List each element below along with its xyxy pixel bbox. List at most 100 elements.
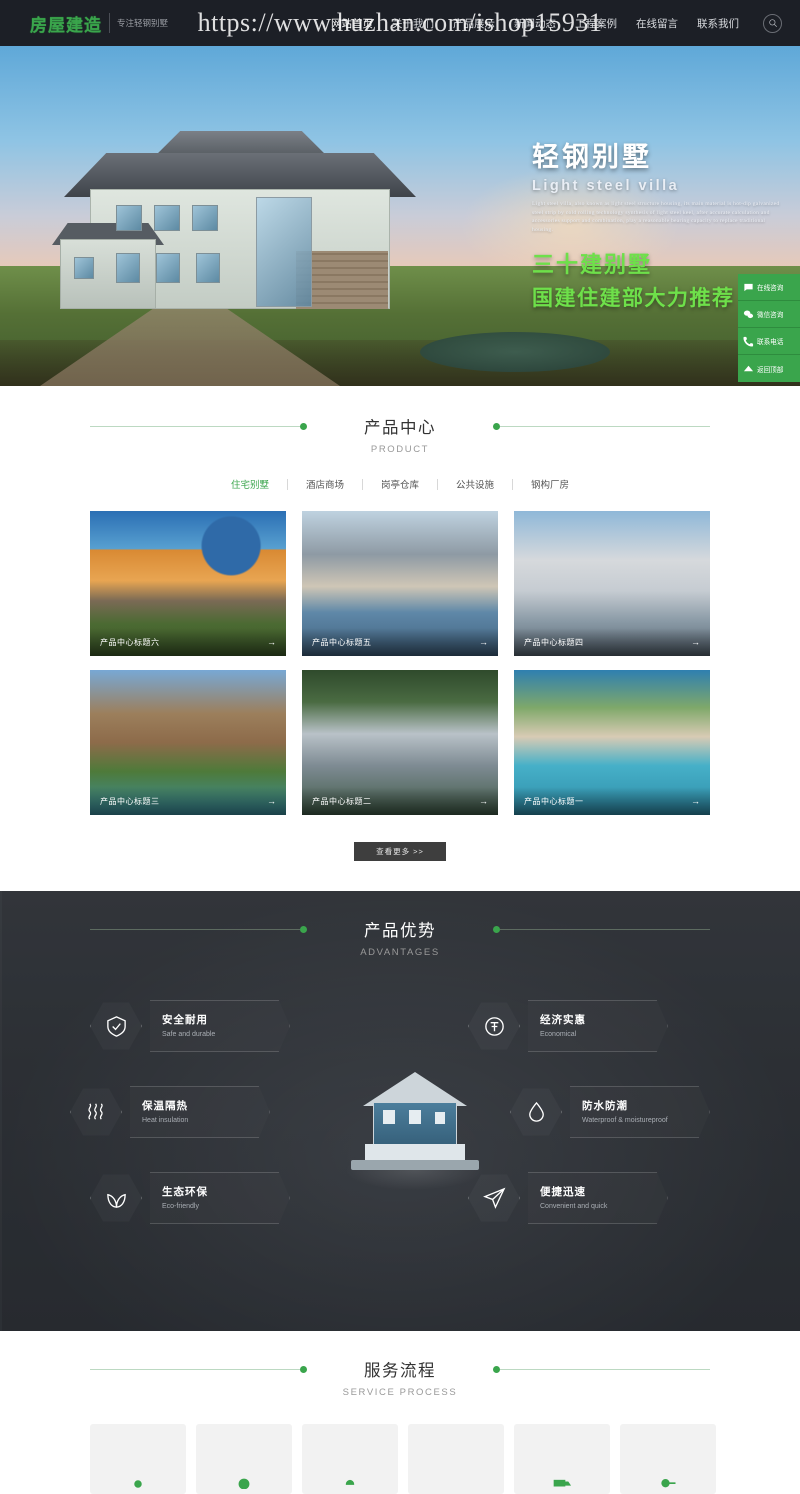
arrow-right-icon: → [479,796,488,806]
product-card[interactable]: 产品中心标题六 → [90,511,286,656]
hero-banner: 轻钢别墅 Light steel villa Light steel villa… [0,46,800,386]
advantage-title: 安全耐用 [162,1014,208,1027]
chevron-up-icon [743,363,754,374]
title-line-left [90,425,300,427]
wechat-icon [743,309,754,320]
product-card-title: 产品中心标题六 [100,637,160,647]
chat-icon [743,282,754,293]
title-dot-right [493,422,500,430]
nav-item-about[interactable]: 关于我们 [391,13,435,34]
advantages-grid: 安全耐用 Safe and durable 保温隔热 Heat insulati… [70,1000,710,1280]
title-dot-left [300,422,307,430]
title-dot-left [300,1365,307,1373]
product-card-title: 产品中心标题三 [100,796,160,806]
product-card[interactable]: 产品中心标题四 → [514,511,710,656]
arrow-right-icon: → [479,637,488,647]
nav-item-products[interactable]: 产品展示 [452,13,496,34]
main-navigation: 网站首页 关于我们 产品展示 新闻动态 工程案例 在线留言 联系我们 [330,13,782,34]
advantage-subtitle: Economical [540,1031,577,1039]
villa-illustration [52,131,460,321]
advantage-item-economical[interactable]: 经济实惠 Economical [468,1000,668,1052]
product-card[interactable]: 产品中心标题三 → [90,670,286,815]
pond [420,332,610,372]
product-card-title: 产品中心标题一 [524,796,584,806]
advantage-text-convenient: 便捷迅速 Convenient and quick [528,1172,668,1224]
tab-public-facility[interactable]: 公共设施 [438,477,512,491]
tab-hotel-mall[interactable]: 酒店商场 [288,477,362,491]
service-step-card[interactable] [408,1424,504,1494]
arrow-right-icon: → [267,796,276,806]
sidebar-wechat-consult[interactable]: 微信咨询 [738,301,800,328]
logo-divider [109,13,110,33]
advantage-text-safe: 安全耐用 Safe and durable [150,1000,290,1052]
truck-icon [551,1468,573,1490]
advantage-subtitle: Eco-friendly [162,1203,199,1211]
arrow-right-icon: → [267,637,276,647]
pin-icon [339,1468,361,1490]
nav-item-cases[interactable]: 工程案例 [574,13,618,34]
service-step-card[interactable] [90,1424,186,1494]
blank-icon [445,1468,467,1490]
service-subtitle: SERVICE PROCESS [342,1387,458,1398]
service-section-title: 服务流程 SERVICE PROCESS [0,1357,800,1398]
service-step-card[interactable] [196,1424,292,1494]
tab-steel-factory[interactable]: 钢构厂房 [513,477,587,491]
sidebar-online-consult[interactable]: 在线咨询 [738,274,800,301]
tab-booth-warehouse[interactable]: 岗亭仓库 [363,477,437,491]
sidebar-back-to-top[interactable]: 返回顶部 [738,355,800,382]
advantage-subtitle: Safe and durable [162,1031,216,1039]
advantage-item-convenient[interactable]: 便捷迅速 Convenient and quick [468,1172,668,1224]
nav-item-home[interactable]: 网站首页 [330,13,374,34]
service-step-card[interactable] [620,1424,716,1494]
product-card[interactable]: 产品中心标题一 → [514,670,710,815]
advantages-section: 产品优势 ADVANTAGES 安全耐用 Safe and durable 保温… [0,891,800,1331]
view-more-wrap: 查看更多 >> [0,841,800,861]
shield-check-icon [90,1002,142,1050]
service-steps [90,1424,716,1494]
circle-icon [233,1468,255,1490]
advantage-subtitle: Convenient and quick [540,1203,608,1211]
product-card[interactable]: 产品中心标题二 → [302,670,498,815]
title-line-right [500,1368,710,1370]
nav-item-contact[interactable]: 联系我们 [696,13,740,34]
sidebar-label: 返回顶部 [757,366,784,374]
advantage-subtitle: Waterproof & moistureproof [582,1117,668,1125]
title-line-left [90,928,300,930]
page-title: 产品中心 [364,419,436,437]
advantage-title: 防水防潮 [582,1100,628,1113]
advantage-item-safe[interactable]: 安全耐用 Safe and durable [90,1000,290,1052]
advantage-item-eco[interactable]: 生态环保 Eco-friendly [90,1172,290,1224]
nav-item-message[interactable]: 在线留言 [635,13,679,34]
advantage-item-insulation[interactable]: 保温隔热 Heat insulation [70,1086,270,1138]
title-dot-right [493,1365,500,1373]
advantage-text-waterproof: 防水防潮 Waterproof & moistureproof [570,1086,710,1138]
coin-yuan-icon [468,1002,520,1050]
service-title: 服务流程 [364,1362,436,1380]
sidebar-label: 在线咨询 [757,285,784,292]
product-card[interactable]: 产品中心标题五 → [302,511,498,656]
arrow-right-icon: → [691,796,700,806]
title-dot-left [300,925,307,933]
service-section: 服务流程 SERVICE PROCESS [0,1331,800,1494]
search-icon[interactable] [763,13,782,33]
sidebar-phone[interactable]: 联系电话 [738,328,800,355]
advantage-text-economical: 经济实惠 Economical [528,1000,668,1052]
advantage-text-eco: 生态环保 Eco-friendly [150,1172,290,1224]
advantage-item-waterproof[interactable]: 防水防潮 Waterproof & moistureproof [510,1086,710,1138]
key-icon [657,1468,679,1490]
site-header: 房屋建造 专注轻钢别墅 网站首页 关于我们 产品展示 新闻动态 工程案例 在线留… [0,0,800,46]
advantages-subtitle: ADVANTAGES [360,947,440,958]
service-step-card[interactable] [302,1424,398,1494]
product-card-title: 产品中心标题五 [312,637,372,647]
site-logo[interactable]: 房屋建造 专注轻钢别墅 [30,11,168,36]
service-step-card[interactable] [514,1424,610,1494]
nav-item-news[interactable]: 新闻动态 [513,13,557,34]
product-section: 产品中心 PRODUCT 住宅别墅 酒店商场 岗亭仓库 公共设施 钢构厂房 产品… [0,386,800,891]
view-more-button[interactable]: 查看更多 >> [354,842,446,861]
tab-residential-villa[interactable]: 住宅别墅 [213,477,287,491]
center-house-illustration [345,1058,485,1190]
floating-sidebar: 在线咨询 微信咨询 联系电话 返回顶部 [738,274,800,382]
advantage-title: 保温隔热 [142,1100,188,1113]
water-drop-icon [510,1088,562,1136]
banner-title-cn: 轻钢别墅 [532,142,652,172]
